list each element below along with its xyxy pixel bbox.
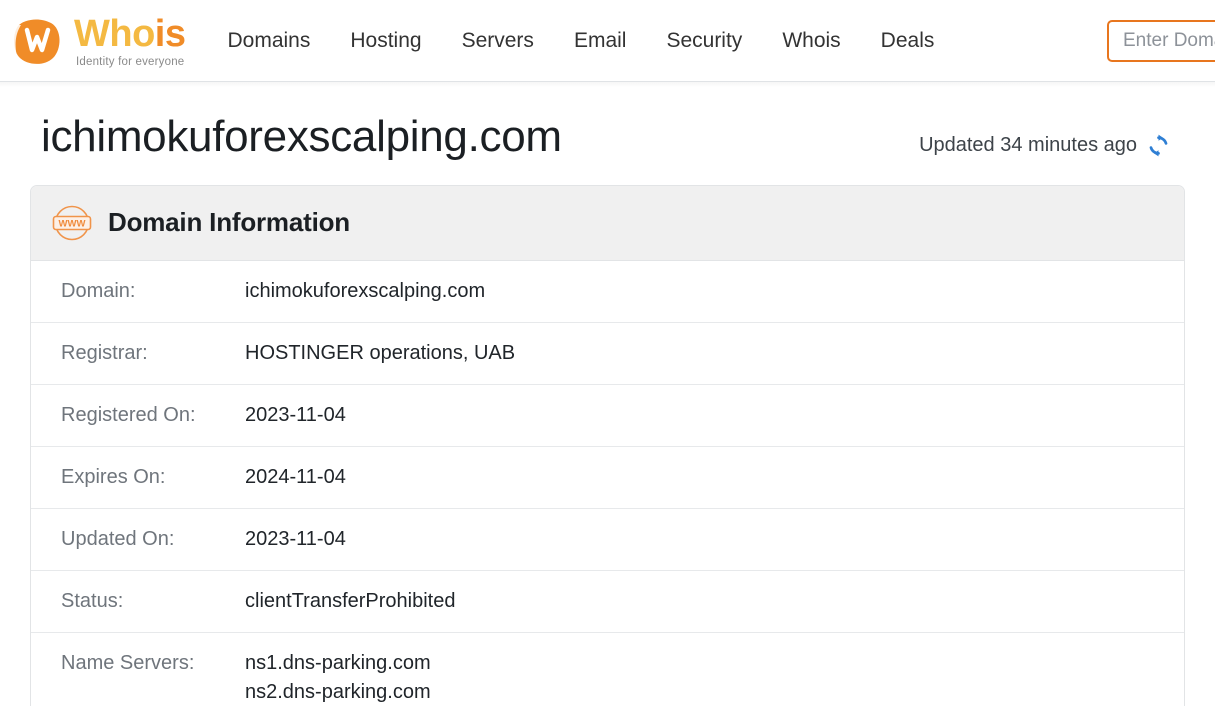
domain-search-input[interactable] (1107, 20, 1215, 62)
table-row: Updated On: 2023-11-04 (31, 507, 1184, 571)
nav-item-email[interactable]: Email (574, 29, 627, 53)
www-icon-text: WWW (59, 218, 86, 229)
nav-item-domains[interactable]: Domains (228, 29, 311, 53)
row-label-status: Status: (31, 569, 245, 633)
row-value-registrar: HOSTINGER operations, UAB (245, 321, 1184, 385)
name-server-1: ns1.dns-parking.com (245, 651, 431, 674)
page-title: ichimokuforexscalping.com (41, 112, 562, 161)
updated-status: Updated 34 minutes ago (919, 133, 1177, 158)
domain-info-table: Domain: ichimokuforexscalping.com Regist… (31, 261, 1184, 706)
nav-link-whois[interactable]: Whois (782, 29, 840, 52)
brand-name-part1: Who (74, 12, 155, 55)
page-content: ichimokuforexscalping.com Updated 34 min… (0, 82, 1215, 706)
row-value-domain: ichimokuforexscalping.com (245, 279, 486, 302)
row-value-status: clientTransferProhibited (245, 569, 1184, 633)
row-value-name-servers: ns1.dns-parking.com ns2.dns-parking.com (245, 631, 1184, 706)
brand-name-part2: is (154, 12, 186, 55)
row-value-expires-on: 2024-11-04 (245, 445, 1184, 509)
row-label-registered-on: Registered On: (31, 383, 245, 447)
nav-item-whois[interactable]: Whois (782, 29, 840, 53)
row-label-registrar: Registrar: (31, 321, 245, 385)
nav-link-servers[interactable]: Servers (462, 29, 534, 52)
brand-tagline: Identity for everyone (76, 55, 185, 68)
nav-link-hosting[interactable]: Hosting (350, 29, 421, 52)
domain-information-card: WWW Domain Information Domain: ichimokuf… (30, 184, 1185, 706)
page-header: ichimokuforexscalping.com Updated 34 min… (30, 82, 1185, 163)
nav-link-deals[interactable]: Deals (881, 29, 935, 52)
table-row: Registered On: 2023-11-04 (31, 383, 1184, 447)
row-value-updated-on: 2023-11-04 (245, 507, 1184, 571)
refresh-icon[interactable] (1146, 133, 1171, 158)
card-title: Domain Information (108, 207, 350, 238)
card-header: WWW Domain Information (31, 185, 1184, 261)
nav-item-deals[interactable]: Deals (881, 29, 935, 53)
nav-item-hosting[interactable]: Hosting (350, 29, 421, 53)
nav-item-servers[interactable]: Servers (462, 29, 534, 53)
nav-item-security[interactable]: Security (666, 29, 742, 53)
table-row: Status: clientTransferProhibited (31, 569, 1184, 633)
name-server-2: ns2.dns-parking.com (245, 680, 431, 703)
row-value-registered-on: 2023-11-04 (245, 383, 1184, 447)
nav-links: Domains Hosting Servers Email Security W… (228, 29, 935, 53)
brand-logo[interactable]: Whois Identity for everyone (8, 13, 186, 69)
row-label-domain: Domain: (61, 279, 136, 302)
table-row: Domain: ichimokuforexscalping.com (31, 261, 1184, 323)
row-label-expires-on: Expires On: (31, 445, 245, 509)
www-icon: WWW (51, 202, 93, 244)
table-row: Expires On: 2024-11-04 (31, 445, 1184, 509)
whois-logo-icon (10, 13, 66, 69)
table-row: Registrar: HOSTINGER operations, UAB (31, 321, 1184, 385)
row-label-updated-on: Updated On: (31, 507, 245, 571)
table-row: Name Servers: ns1.dns-parking.com ns2.dn… (31, 631, 1184, 706)
nav-link-domains[interactable]: Domains (228, 29, 311, 52)
row-label-name-servers: Name Servers: (31, 631, 245, 706)
nav-link-security[interactable]: Security (666, 29, 742, 52)
updated-label: Updated 34 minutes ago (919, 134, 1137, 156)
top-navbar: Whois Identity for everyone Domains Host… (0, 0, 1215, 87)
nav-link-email[interactable]: Email (574, 29, 627, 52)
